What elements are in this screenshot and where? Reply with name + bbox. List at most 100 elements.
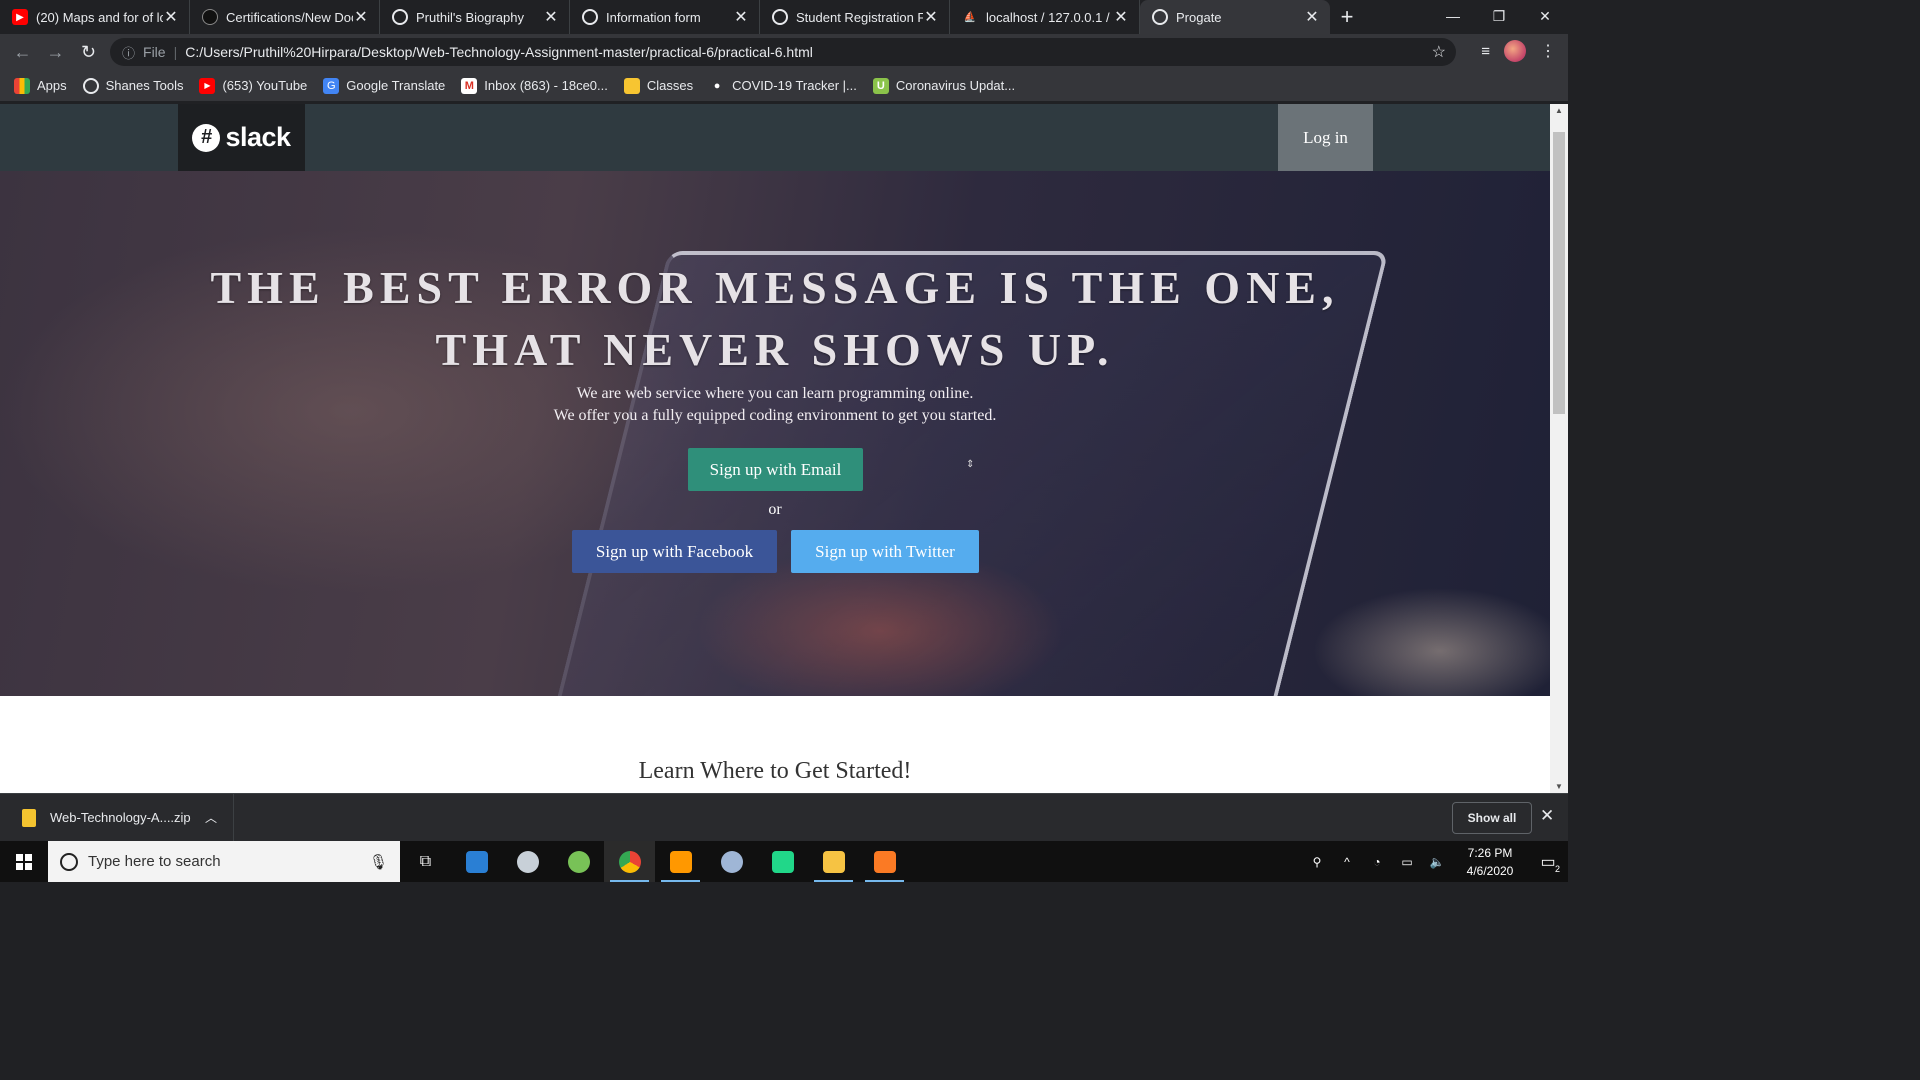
media-control-icon[interactable]: ≡: [1481, 43, 1490, 60]
browser-tab-4[interactable]: Information form ✕: [570, 0, 760, 34]
downloads-bar: Web-Technology-A....zip ︿ Show all ✕: [0, 793, 1568, 842]
chevron-up-icon[interactable]: ^: [1335, 855, 1359, 869]
mouse-cursor-icon: ⇕: [966, 459, 975, 470]
bookmark-shanes-tools[interactable]: Shanes Tools: [82, 77, 183, 94]
volume-icon[interactable]: 🔈: [1425, 855, 1449, 869]
tab-title: Student Registration Fo: [796, 9, 923, 25]
signup-twitter-button[interactable]: Sign up with Twitter: [791, 530, 979, 573]
download-filename: Web-Technology-A....zip: [50, 810, 191, 825]
tab-title: (20) Maps and for of lo: [36, 9, 163, 25]
close-window-icon[interactable]: ✕: [1522, 0, 1568, 32]
restore-icon[interactable]: ❐: [1476, 0, 1522, 32]
bookmark-inbox[interactable]: M Inbox (863) - 18ce0...: [461, 77, 608, 94]
browser-tab-5[interactable]: Student Registration Fo ✕: [760, 0, 950, 34]
browser-tab-active[interactable]: Progate ✕: [1140, 0, 1330, 34]
pycharm-icon[interactable]: [757, 841, 808, 882]
taskbar-search[interactable]: Type here to search 🎙: [48, 841, 400, 882]
scrollbar-thumb[interactable]: [1553, 132, 1565, 414]
bookmark-coronavirus[interactable]: U Coronavirus Updat...: [872, 77, 1015, 94]
show-all-button[interactable]: Show all: [1452, 802, 1532, 834]
new-tab-button[interactable]: +: [1330, 0, 1364, 34]
bookmark-covid-tracker[interactable]: ● COVID-19 Tracker |...: [709, 78, 857, 94]
close-downloads-icon[interactable]: ✕: [1540, 806, 1554, 826]
or-separator: or: [768, 501, 782, 518]
tab-strip: ▶ (20) Maps and for of lo ✕ Certificatio…: [0, 0, 1568, 34]
bookmark-youtube[interactable]: ▶ (653) YouTube: [199, 77, 307, 94]
slack-logo[interactable]: # slack: [178, 104, 305, 171]
hero-heading-line2: THAT NEVER SHOWS UP.: [435, 324, 1115, 375]
bookmark-label: Inbox (863) - 18ce0...: [484, 78, 608, 93]
tab-title: localhost / 127.0.0.1 / p: [986, 9, 1113, 25]
logo-text: slack: [225, 122, 291, 152]
microphone-icon[interactable]: 🎙: [369, 853, 388, 871]
url-scheme: File: [143, 44, 166, 60]
bookmarks-bar: Apps Shanes Tools ▶ (653) YouTube G Goog…: [0, 70, 1568, 102]
github-icon: [202, 9, 218, 25]
youtube-icon: ▶: [199, 77, 216, 94]
login-button[interactable]: Log in: [1278, 104, 1373, 171]
browser-tab-2[interactable]: Certifications/New Doc ✕: [190, 0, 380, 34]
close-tab-icon[interactable]: ✕: [163, 7, 179, 27]
notification-glyph: ▭: [1540, 853, 1556, 871]
android-studio-icon[interactable]: [553, 841, 604, 882]
bookmark-google-translate[interactable]: G Google Translate: [323, 77, 446, 94]
bookmark-label: Apps: [37, 78, 67, 93]
globe-icon: [82, 77, 99, 94]
action-center-icon[interactable]: ▭ 2: [1528, 841, 1568, 882]
window-controls: — ❐ ✕: [1430, 0, 1568, 32]
forward-arrow-icon[interactable]: →: [39, 34, 72, 70]
info-icon[interactable]: ⓘ: [122, 43, 135, 62]
globe-icon: [772, 9, 788, 25]
start-button[interactable]: [0, 841, 48, 882]
bookmark-label: Google Translate: [346, 78, 446, 93]
close-tab-icon[interactable]: ✕: [1304, 7, 1320, 27]
scroll-up-icon[interactable]: ▲: [1550, 106, 1568, 115]
chevron-up-icon[interactable]: ︿: [205, 809, 217, 826]
bookmark-classes[interactable]: Classes: [623, 77, 693, 94]
back-arrow-icon[interactable]: ←: [6, 34, 39, 70]
bookmark-label: COVID-19 Tracker |...: [732, 78, 857, 93]
address-bar[interactable]: ⓘ File | C:/Users/Pruthil%20Hirpara/Desk…: [110, 38, 1456, 66]
reload-icon[interactable]: ↻: [72, 34, 105, 70]
bookmark-star-icon[interactable]: ☆: [1432, 42, 1446, 62]
notification-count: 2: [1554, 864, 1560, 874]
app-icon-2[interactable]: [502, 841, 553, 882]
task-view-icon[interactable]: ⧉: [400, 841, 451, 882]
hero-section: THE BEST ERROR MESSAGE IS THE ONE, THAT …: [0, 171, 1550, 696]
minimize-icon[interactable]: —: [1430, 0, 1476, 32]
search-placeholder: Type here to search: [88, 853, 221, 870]
wifi-icon[interactable]: ◔: [1365, 855, 1389, 869]
signup-facebook-button[interactable]: Sign up with Facebook: [572, 530, 777, 573]
close-tab-icon[interactable]: ✕: [923, 7, 939, 27]
google-classroom-icon: [623, 77, 640, 94]
browser-tab-1[interactable]: ▶ (20) Maps and for of lo ✕: [0, 0, 190, 34]
browser-toolbar: ← → ↻ ⓘ File | C:/Users/Pruthil%20Hirpar…: [0, 34, 1568, 70]
close-tab-icon[interactable]: ✕: [543, 7, 559, 27]
xampp-icon[interactable]: [859, 841, 910, 882]
file-explorer-icon[interactable]: [808, 841, 859, 882]
browser-tab-3[interactable]: Pruthil's Biography ✕: [380, 0, 570, 34]
system-tray: ⚲ ^ ◔ ▭ 🔈 7:26 PM 4/6/2020 ▭ 2: [1302, 841, 1568, 882]
profile-avatar[interactable]: [1504, 40, 1526, 62]
chrome-icon[interactable]: [604, 841, 655, 882]
taskbar-clock[interactable]: 7:26 PM 4/6/2020: [1452, 844, 1528, 880]
close-tab-icon[interactable]: ✕: [1113, 7, 1129, 27]
menu-kebab-icon[interactable]: ⋮: [1540, 41, 1556, 61]
bookmark-apps[interactable]: Apps: [14, 77, 67, 94]
close-tab-icon[interactable]: ✕: [733, 7, 749, 27]
cortana-icon: [60, 852, 78, 871]
tab-title: Progate: [1176, 9, 1222, 25]
people-icon[interactable]: ⚲: [1305, 855, 1329, 869]
browser-tab-6[interactable]: ⛵ localhost / 127.0.0.1 / p ✕: [950, 0, 1140, 34]
paint-icon[interactable]: [706, 841, 757, 882]
close-tab-icon[interactable]: ✕: [353, 7, 369, 27]
sublime-text-icon[interactable]: [655, 841, 706, 882]
scroll-down-icon[interactable]: ▼: [1550, 782, 1568, 791]
signup-email-button[interactable]: Sign up with Email: [688, 448, 863, 491]
tab-title: Information form: [606, 9, 701, 25]
page-scrollbar[interactable]: ▲ ▼: [1550, 104, 1568, 793]
download-item[interactable]: Web-Technology-A....zip ︿: [0, 793, 234, 842]
app-icon-1[interactable]: [451, 841, 502, 882]
battery-icon[interactable]: ▭: [1395, 855, 1419, 869]
hero-description-line2: We offer you a fully equipped coding env…: [553, 407, 997, 424]
